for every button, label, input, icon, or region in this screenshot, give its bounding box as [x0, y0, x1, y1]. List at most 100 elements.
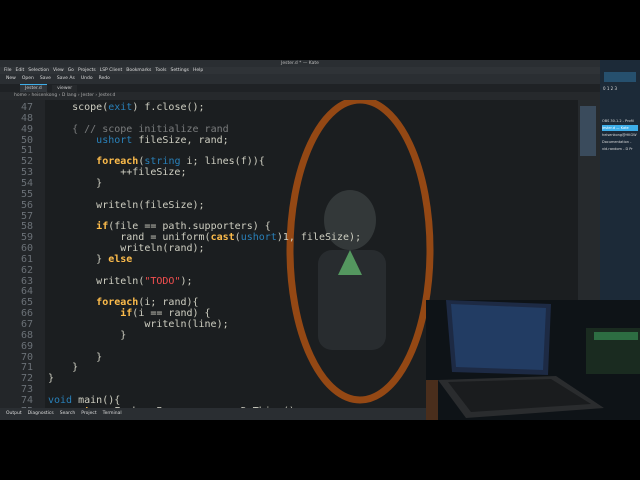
- code-token: exit: [108, 102, 133, 113]
- workspace-1[interactable]: 1: [607, 86, 610, 91]
- code-token: (file == path.supporters) {: [108, 221, 271, 233]
- minimap-viewport[interactable]: [580, 106, 596, 156]
- code-line: if(file == path.supporters) {: [48, 221, 271, 232]
- menu-edit[interactable]: Edit: [16, 68, 25, 73]
- output-tab[interactable]: Output: [6, 411, 22, 416]
- code-line: scope(exit) f.close();: [48, 102, 205, 113]
- line-number: 49: [20, 123, 33, 135]
- search-tab[interactable]: Search: [60, 411, 75, 416]
- code-line: rand = uniform(cast(ushort)1, fileSize);: [48, 232, 361, 243]
- line-number: 68: [20, 329, 33, 341]
- code-token: ) f.close();: [132, 102, 205, 113]
- breadcrumb-item[interactable]: Jester: [81, 93, 94, 98]
- task-obs[interactable]: OBS 30.1.2 - Profil: [602, 118, 638, 124]
- menu-settings[interactable]: Settings: [170, 68, 188, 73]
- code-line: }: [48, 330, 126, 341]
- code-line: void main(){: [48, 395, 120, 406]
- code-line: foreach(i; rand){: [48, 297, 199, 309]
- code-line: }: [48, 373, 54, 384]
- code-token: scope(: [72, 102, 109, 113]
- line-number: 55: [20, 188, 33, 200]
- line-number: 51: [20, 145, 33, 157]
- code-line: foreach(string i; lines(f)){: [48, 156, 265, 167]
- line-number: 57: [20, 210, 33, 222]
- code-line: { // scope initialize rand: [48, 124, 229, 135]
- line-number: 69: [20, 340, 33, 352]
- code-line: writeln(rand);: [48, 243, 204, 254]
- background-image: [286, 100, 434, 404]
- task-dlang[interactable]: vid.random - D Pr: [602, 146, 638, 152]
- code-line: writeln(fileSize);: [48, 199, 205, 211]
- code-token: }: [96, 253, 109, 265]
- save-as-button[interactable]: Save As: [57, 76, 75, 81]
- menu-go[interactable]: Go: [68, 68, 74, 73]
- line-number: 53: [20, 167, 33, 179]
- menu-bookmarks[interactable]: Bookmarks: [126, 68, 151, 73]
- diagnostics-tab[interactable]: Diagnostics: [28, 411, 54, 416]
- workspace-2[interactable]: 2: [611, 86, 614, 91]
- line-number: 47: [20, 102, 33, 113]
- line-number: 74: [20, 394, 33, 406]
- code-token: ++fileSize;: [120, 167, 187, 179]
- open-button[interactable]: Open: [22, 76, 34, 81]
- code-token: }: [72, 362, 79, 374]
- task-docs[interactable]: Documentation -: [602, 139, 638, 145]
- line-number: 50: [20, 134, 33, 146]
- menu-tools[interactable]: Tools: [155, 68, 166, 73]
- breadcrumb-item[interactable]: heisenkong: [31, 93, 57, 98]
- menu-selection[interactable]: Selection: [28, 68, 49, 73]
- toolbar: New Open Save Save As Undo Redo: [0, 74, 600, 84]
- code-token: rand = uniform(: [120, 232, 211, 244]
- code-token: string: [144, 156, 181, 168]
- menu-file[interactable]: File: [4, 68, 12, 73]
- line-number: 66: [20, 308, 33, 320]
- undo-button[interactable]: Undo: [81, 76, 93, 81]
- code-token: foreach: [96, 297, 139, 309]
- line-number: 59: [20, 232, 33, 244]
- line-number: 65: [20, 297, 33, 309]
- code-token: (i == rand) {: [132, 308, 211, 320]
- task-terminal[interactable]: heisenkong@HKGW: [602, 132, 638, 138]
- menu-projects[interactable]: Projects: [78, 68, 96, 73]
- code-line: ++fileSize;: [48, 167, 186, 178]
- code-line: } else: [48, 254, 132, 265]
- redo-button[interactable]: Redo: [99, 76, 110, 81]
- workspace-0[interactable]: 0: [603, 86, 606, 91]
- webcam-image: [426, 300, 640, 420]
- line-number: 63: [20, 275, 33, 287]
- code-token: else: [108, 253, 133, 265]
- code-token: (i; rand){: [138, 297, 199, 309]
- breadcrumb-item[interactable]: home: [14, 93, 27, 98]
- menu-lsp[interactable]: LSP Client: [100, 68, 123, 73]
- line-number: 52: [20, 156, 33, 168]
- code-token: foreach: [96, 156, 139, 168]
- code-token: writeln(fileSize);: [96, 199, 205, 211]
- code-line: }: [48, 178, 102, 189]
- workspace-switcher[interactable]: 0 1 2 3: [603, 86, 617, 91]
- menu-view[interactable]: View: [53, 68, 64, 73]
- code-token: }: [96, 177, 103, 189]
- code-line: if(i == rand) {: [48, 308, 211, 320]
- line-number: 70: [20, 351, 33, 363]
- terminal-tab[interactable]: Terminal: [103, 411, 122, 416]
- breadcrumb-item[interactable]: D lang: [62, 93, 77, 98]
- new-button[interactable]: New: [6, 76, 16, 81]
- save-button[interactable]: Save: [40, 76, 51, 81]
- code-line: ushort fileSize, rand;: [48, 135, 228, 146]
- project-tab[interactable]: Project: [81, 411, 96, 416]
- panel-banner: [604, 72, 636, 82]
- task-kate[interactable]: Jester.d — Kate: [602, 125, 638, 131]
- breadcrumb-item[interactable]: Jester.d: [99, 93, 116, 98]
- workspace-3[interactable]: 3: [614, 86, 617, 91]
- menu-help[interactable]: Help: [193, 68, 203, 73]
